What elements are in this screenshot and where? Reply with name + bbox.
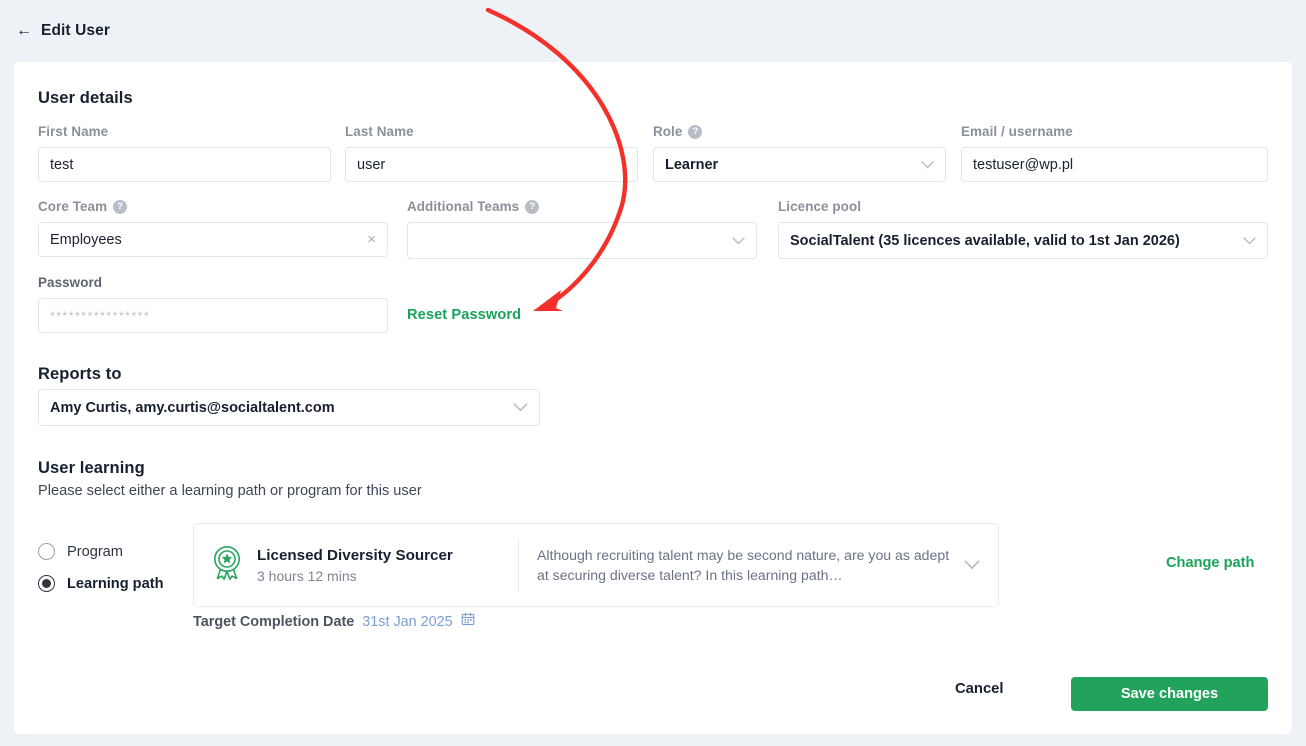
chevron-down-icon: [1243, 236, 1256, 245]
password-label: Password: [38, 275, 103, 290]
licence-pool-select[interactable]: SocialTalent (35 licences available, val…: [778, 222, 1268, 259]
email-field: Email / username testuser@wp.pl: [961, 124, 1268, 182]
password-input[interactable]: ****************: [38, 298, 388, 333]
role-select-value: Learner: [665, 156, 719, 173]
user-learning-subtitle: Please select either a learning path or …: [38, 483, 422, 499]
chevron-down-icon[interactable]: [964, 560, 998, 570]
close-icon[interactable]: ×: [367, 232, 376, 247]
role-label: Role ?: [653, 124, 946, 139]
edit-user-page: ← Edit User User details First Name test…: [0, 0, 1306, 746]
learning-path-duration: 3 hours 12 mins: [257, 568, 357, 584]
user-details-heading: User details: [38, 89, 133, 107]
last-name-label: Last Name: [345, 124, 414, 139]
target-completion-date-label: Target Completion Date: [193, 613, 355, 630]
reports-to-heading: Reports to: [38, 365, 122, 383]
target-completion-date-row[interactable]: Target Completion Date 31st Jan 2025: [193, 612, 475, 631]
help-icon[interactable]: ?: [113, 199, 128, 214]
licence-pool-field: Licence pool SocialTalent (35 licences a…: [778, 199, 1268, 259]
edit-user-card: User details First Name test Last Name u…: [14, 62, 1292, 734]
last-name-field: Last Name user: [345, 124, 638, 182]
chevron-down-icon: [732, 236, 745, 245]
licence-pool-value: SocialTalent (35 licences available, val…: [790, 232, 1180, 249]
last-name-input[interactable]: user: [345, 147, 638, 182]
core-team-select[interactable]: Employees ×: [38, 222, 388, 257]
save-changes-button[interactable]: Save changes: [1071, 677, 1268, 711]
additional-teams-label: Additional Teams ?: [407, 199, 757, 214]
core-team-value: Employees: [50, 231, 122, 248]
reset-password-link[interactable]: Reset Password: [407, 307, 521, 323]
radio-option-learning-path[interactable]: Learning path: [38, 575, 163, 592]
first-name-input[interactable]: test: [38, 147, 331, 182]
learning-path-card[interactable]: Licensed Diversity Sourcer 3 hours 12 mi…: [193, 523, 999, 607]
additional-teams-label-text: Additional Teams: [407, 199, 520, 214]
radio-label-learning-path: Learning path: [67, 575, 164, 592]
role-field: Role ? Learner: [653, 124, 946, 182]
core-team-label: Core Team ?: [38, 199, 388, 214]
password-field: Password ****************: [38, 275, 388, 333]
reports-to-select[interactable]: Amy Curtis, amy.curtis@socialtalent.com: [38, 389, 540, 426]
user-learning-heading: User learning: [38, 459, 145, 477]
first-name-field: First Name test: [38, 124, 331, 182]
learning-path-text: Licensed Diversity Sourcer 3 hours 12 mi…: [257, 546, 453, 584]
radio-icon: [38, 575, 55, 592]
page-title: Edit User: [41, 22, 110, 39]
chevron-down-icon: [513, 403, 528, 412]
email-input[interactable]: testuser@wp.pl: [961, 147, 1268, 182]
radio-icon: [38, 543, 55, 560]
cancel-button[interactable]: Cancel: [955, 681, 1004, 697]
first-name-label: First Name: [38, 124, 109, 139]
award-rosette-icon: [211, 545, 243, 586]
email-label: Email / username: [961, 124, 1073, 139]
learning-path-summary: Licensed Diversity Sourcer 3 hours 12 mi…: [194, 545, 518, 586]
page-header: ← Edit User: [0, 0, 1306, 62]
arrow-left-icon: ←: [16, 22, 32, 39]
role-select[interactable]: Learner: [653, 147, 946, 182]
additional-teams-field: Additional Teams ?: [407, 199, 757, 259]
learning-path-title: Licensed Diversity Sourcer: [257, 547, 453, 564]
radio-option-program[interactable]: Program: [38, 543, 123, 560]
learning-path-description: Although recruiting talent may be second…: [537, 546, 950, 583]
core-team-field: Core Team ? Employees ×: [38, 199, 388, 257]
back-to-users-link[interactable]: ← Edit User: [16, 22, 110, 40]
target-completion-date-value: 31st Jan 2025: [362, 613, 453, 630]
core-team-label-text: Core Team: [38, 199, 108, 214]
help-icon[interactable]: ?: [525, 199, 540, 214]
additional-teams-select[interactable]: [407, 222, 757, 259]
change-path-link[interactable]: Change path: [1166, 555, 1254, 571]
reports-to-value: Amy Curtis, amy.curtis@socialtalent.com: [50, 399, 335, 416]
role-label-text: Role: [653, 124, 683, 139]
chevron-down-icon: [921, 160, 934, 169]
help-icon[interactable]: ?: [688, 124, 703, 139]
licence-pool-label: Licence pool: [778, 199, 862, 214]
radio-label-program: Program: [67, 543, 123, 560]
calendar-icon[interactable]: [461, 612, 475, 631]
